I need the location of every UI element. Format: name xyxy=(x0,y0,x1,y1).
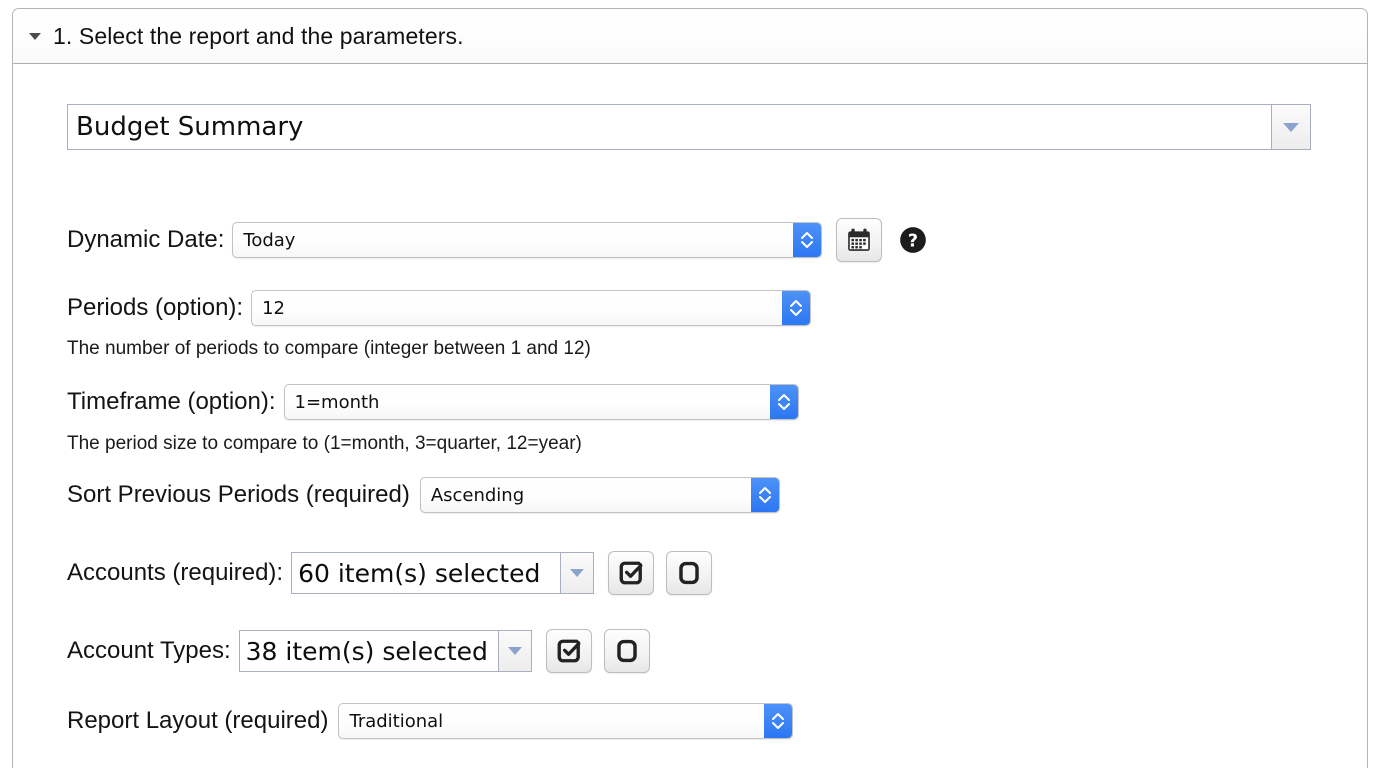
dynamic-date-value: Today xyxy=(243,229,296,251)
periods-label: Periods (option): xyxy=(67,294,244,321)
dynamic-date-row: Dynamic Date: Today ? xyxy=(67,218,928,262)
triangle-down-icon[interactable] xyxy=(1271,105,1310,149)
report-picker-row: Budget Summary xyxy=(67,104,1311,150)
stepper-chevrons-icon[interactable] xyxy=(793,223,822,257)
accounts-row: Accounts (required): 60 item(s) selected xyxy=(67,551,713,595)
sort-previous-periods-select[interactable]: Ascending xyxy=(419,477,780,513)
page-title: 1. Select the report and the parameters. xyxy=(53,22,464,49)
checkbox-empty-icon xyxy=(616,639,637,663)
report-select-value: Budget Summary xyxy=(68,105,1271,149)
calendar-picker-button[interactable] xyxy=(836,218,883,262)
accounts-label: Accounts (required): xyxy=(67,559,284,586)
account-types-value: 38 item(s) selected xyxy=(239,631,498,671)
accounts-multiselect[interactable]: 60 item(s) selected xyxy=(291,552,595,594)
checkbox-checked-icon xyxy=(619,561,643,585)
dynamic-date-label: Dynamic Date: xyxy=(67,226,225,253)
periods-row: Periods (option): 12 xyxy=(67,290,812,326)
sort-previous-periods-value: Ascending xyxy=(430,484,525,506)
report-select[interactable]: Budget Summary xyxy=(67,104,1311,150)
report-parameters-panel: 1. Select the report and the parameters.… xyxy=(12,8,1368,768)
account-types-row: Account Types: 38 item(s) selected xyxy=(67,629,650,673)
account-types-select-all-button[interactable] xyxy=(545,629,592,673)
panel-header[interactable]: 1. Select the report and the parameters. xyxy=(13,9,1367,64)
sort-previous-periods-label: Sort Previous Periods (required) xyxy=(67,481,410,508)
checkbox-empty-icon xyxy=(679,561,699,585)
accounts-select-all-button[interactable] xyxy=(608,551,655,595)
account-types-label: Account Types: xyxy=(67,637,231,664)
report-layout-row: Report Layout (required) Traditional xyxy=(67,703,794,739)
stepper-chevrons-icon[interactable] xyxy=(764,704,793,738)
calendar-icon xyxy=(848,228,871,251)
stepper-chevrons-icon[interactable] xyxy=(782,291,811,325)
report-layout-select[interactable]: Traditional xyxy=(338,703,794,739)
periods-hint: The number of periods to compare (intege… xyxy=(67,338,591,359)
periods-select[interactable]: 12 xyxy=(251,290,812,326)
accounts-deselect-all-button[interactable] xyxy=(666,551,713,595)
help-circle-icon[interactable]: ? xyxy=(898,225,928,255)
account-types-deselect-all-button[interactable] xyxy=(603,629,650,673)
svg-text:?: ? xyxy=(908,231,918,251)
timeframe-row: Timeframe (option): 1=month xyxy=(67,384,799,420)
periods-value: 12 xyxy=(262,297,285,319)
report-layout-label: Report Layout (required) xyxy=(67,707,329,734)
sort-previous-periods-row: Sort Previous Periods (required) Ascendi… xyxy=(67,477,780,513)
triangle-down-icon[interactable] xyxy=(497,631,531,671)
accounts-value: 60 item(s) selected xyxy=(292,553,561,593)
stepper-chevrons-icon[interactable] xyxy=(750,478,779,512)
timeframe-select[interactable]: 1=month xyxy=(283,384,799,420)
triangle-down-icon[interactable] xyxy=(560,553,594,593)
timeframe-label: Timeframe (option): xyxy=(67,388,276,415)
account-types-multiselect[interactable]: 38 item(s) selected xyxy=(238,630,532,672)
stepper-chevrons-icon[interactable] xyxy=(769,385,798,419)
checkbox-checked-icon xyxy=(557,639,581,663)
report-layout-value: Traditional xyxy=(349,710,444,732)
triangle-down-icon[interactable] xyxy=(25,26,45,46)
timeframe-hint: The period size to compare to (1=month, … xyxy=(67,433,582,454)
dynamic-date-select[interactable]: Today xyxy=(232,222,823,258)
timeframe-value: 1=month xyxy=(294,391,380,413)
